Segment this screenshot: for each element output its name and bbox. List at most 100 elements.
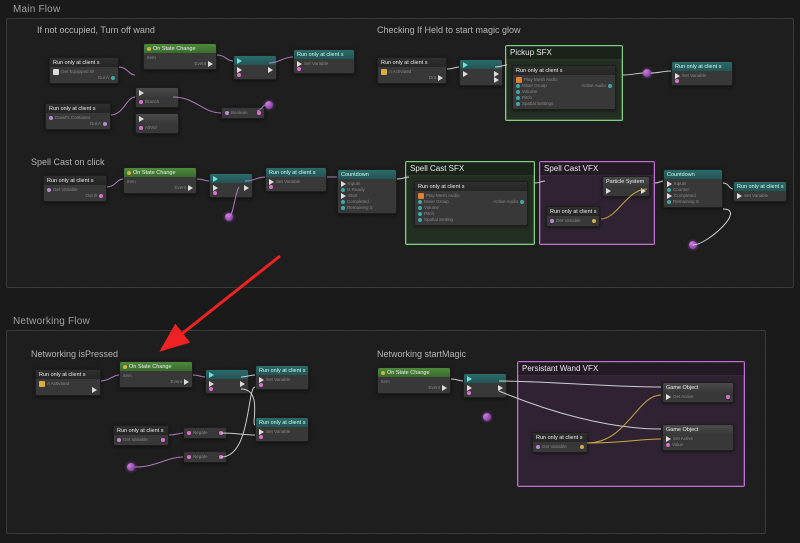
pin-exec-in[interactable]	[463, 71, 468, 77]
reroute-node[interactable]	[265, 101, 273, 109]
node-particle-system[interactable]: Particle System	[602, 176, 650, 197]
pin-in[interactable]	[139, 126, 143, 130]
node-set-variable-3[interactable]: Run only at client s Set Variable	[265, 167, 327, 192]
pin-in[interactable]	[666, 436, 671, 442]
node-get-variable-np[interactable]: Run only at client s Get Variable	[113, 425, 169, 446]
node-get-equipped[interactable]: Run only at client s Get Equipped W Out …	[49, 57, 119, 84]
node-set-variable-2[interactable]: Run only at client s Set Variable	[671, 61, 733, 86]
pin-val[interactable]	[259, 435, 263, 439]
node-set-variable-4[interactable]: Run only at client s Set Variable	[733, 181, 787, 202]
pin[interactable]	[608, 84, 612, 88]
pin-val[interactable]	[675, 79, 679, 83]
node-countdown-1[interactable]: Countdown Inputs Is Ready Start Complete…	[337, 169, 397, 214]
pin-in[interactable]	[341, 181, 346, 187]
node-play-mesh-audio-2[interactable]: Run only at client s Play Mesh Audio Mix…	[414, 181, 528, 226]
pin[interactable]	[341, 188, 345, 192]
node-negate-2[interactable]: Negate	[183, 451, 227, 463]
pin[interactable]	[341, 200, 345, 204]
node-set-variable-np2[interactable]: Run only at client s Set Variable	[255, 417, 309, 442]
pin-out[interactable]	[99, 194, 103, 198]
pin-val[interactable]	[269, 185, 273, 189]
node-play-mesh-audio-1[interactable]: Run only at client s Play Mesh Audio Mix…	[512, 65, 616, 110]
pin-in[interactable]	[187, 431, 191, 435]
pin-exec-in[interactable]	[737, 193, 742, 199]
pin-out[interactable]	[592, 219, 596, 223]
reroute-node[interactable]	[643, 69, 651, 77]
pin[interactable]	[418, 206, 422, 210]
node-branch-small-1[interactable]: Branch	[135, 87, 179, 108]
pin-bool[interactable]	[467, 391, 471, 395]
node-countdown-2[interactable]: Countdown Inputs Counter Completed Remai…	[663, 169, 723, 208]
pin-out[interactable]	[184, 379, 189, 385]
pin-out[interactable]	[442, 385, 447, 391]
pin-out[interactable]	[726, 395, 730, 399]
node-on-state-change-3[interactable]: On State Change Item Event	[119, 361, 193, 388]
node-set-active[interactable]: Game Object Set Active Value	[662, 424, 734, 451]
pin-in[interactable]	[47, 188, 51, 192]
pin-out[interactable]	[111, 76, 115, 80]
pin[interactable]	[667, 200, 671, 204]
pin[interactable]	[516, 84, 520, 88]
pin[interactable]	[418, 200, 422, 204]
pin-in[interactable]	[667, 181, 672, 187]
pin[interactable]	[341, 193, 346, 199]
pin-in[interactable]	[139, 100, 143, 104]
node-on-state-change-1[interactable]: On State Change Item Event	[143, 43, 217, 70]
node-condition-5[interactable]	[463, 373, 507, 398]
pin[interactable]	[667, 188, 671, 192]
pin-out[interactable]	[580, 445, 584, 449]
pin-exec-out[interactable]	[208, 61, 213, 67]
pin-bool[interactable]	[209, 387, 213, 391]
node-condition-1[interactable]	[233, 55, 277, 80]
node-bool-reroute[interactable]: Boolean	[221, 107, 265, 119]
pin-out[interactable]	[161, 438, 165, 442]
pin-out[interactable]	[641, 188, 646, 194]
reroute-node[interactable]	[127, 463, 135, 471]
pin[interactable]	[667, 193, 672, 199]
pin-out[interactable]	[219, 431, 223, 435]
node-event-startup[interactable]: Run only at client s A Activated Out	[377, 57, 447, 84]
pin-exec-out[interactable]	[244, 185, 249, 191]
pin[interactable]	[516, 102, 520, 106]
node-condition-4[interactable]	[205, 369, 249, 394]
node-activated[interactable]: Run only at client s A Activated	[35, 369, 101, 396]
pin-in[interactable]	[536, 445, 540, 449]
node-altvid[interactable]: AltVid	[135, 113, 179, 134]
pin-val[interactable]	[259, 383, 263, 387]
pin[interactable]	[418, 212, 422, 216]
node-set-variable-1[interactable]: Run only at client s Set Variable	[293, 49, 355, 74]
node-get-variable-sc[interactable]: Run only at client s Get Variable Out B	[43, 175, 107, 202]
pin-out[interactable]	[498, 385, 503, 391]
pin-bool[interactable]	[237, 73, 241, 77]
pin-in[interactable]	[550, 219, 554, 223]
pin[interactable]	[516, 90, 520, 94]
pin-val[interactable]	[297, 67, 301, 71]
node-on-state-change-4[interactable]: On State Change Item Event	[377, 367, 451, 394]
pin-in[interactable]	[49, 116, 53, 120]
pin-bool[interactable]	[213, 191, 217, 195]
pin-out[interactable]	[240, 381, 245, 387]
pin-exec-out[interactable]	[268, 67, 273, 73]
pin[interactable]	[520, 200, 524, 204]
node-get-active[interactable]: Game Object Get Active	[662, 382, 734, 403]
pin[interactable]	[341, 206, 345, 210]
pin[interactable]	[418, 218, 422, 222]
node-on-state-change-2[interactable]: On State Change Item Event	[123, 167, 197, 194]
pin-in[interactable]	[117, 438, 121, 442]
node-condition-3[interactable]	[209, 173, 253, 198]
pin[interactable]	[516, 96, 520, 100]
node-negate-1[interactable]: Negate	[183, 427, 227, 439]
pin-out[interactable]	[219, 455, 223, 459]
node-get-variable-sm[interactable]: Run only at client s Get Variable	[532, 432, 588, 453]
node-condition-2[interactable]	[459, 59, 503, 86]
pin-exec-out-f[interactable]	[494, 77, 499, 83]
pin-out[interactable]	[92, 387, 97, 393]
pin-in[interactable]	[187, 455, 191, 459]
node-davids-container[interactable]: Run only at client s David's Container O…	[45, 103, 111, 130]
reroute-node[interactable]	[689, 241, 697, 249]
pin-exec-out[interactable]	[188, 185, 193, 191]
pin-in[interactable]	[225, 111, 229, 115]
node-set-variable-np1[interactable]: Run only at client s Set Variable	[255, 365, 309, 390]
pin-out[interactable]	[103, 122, 107, 126]
reroute-node[interactable]	[225, 213, 233, 221]
